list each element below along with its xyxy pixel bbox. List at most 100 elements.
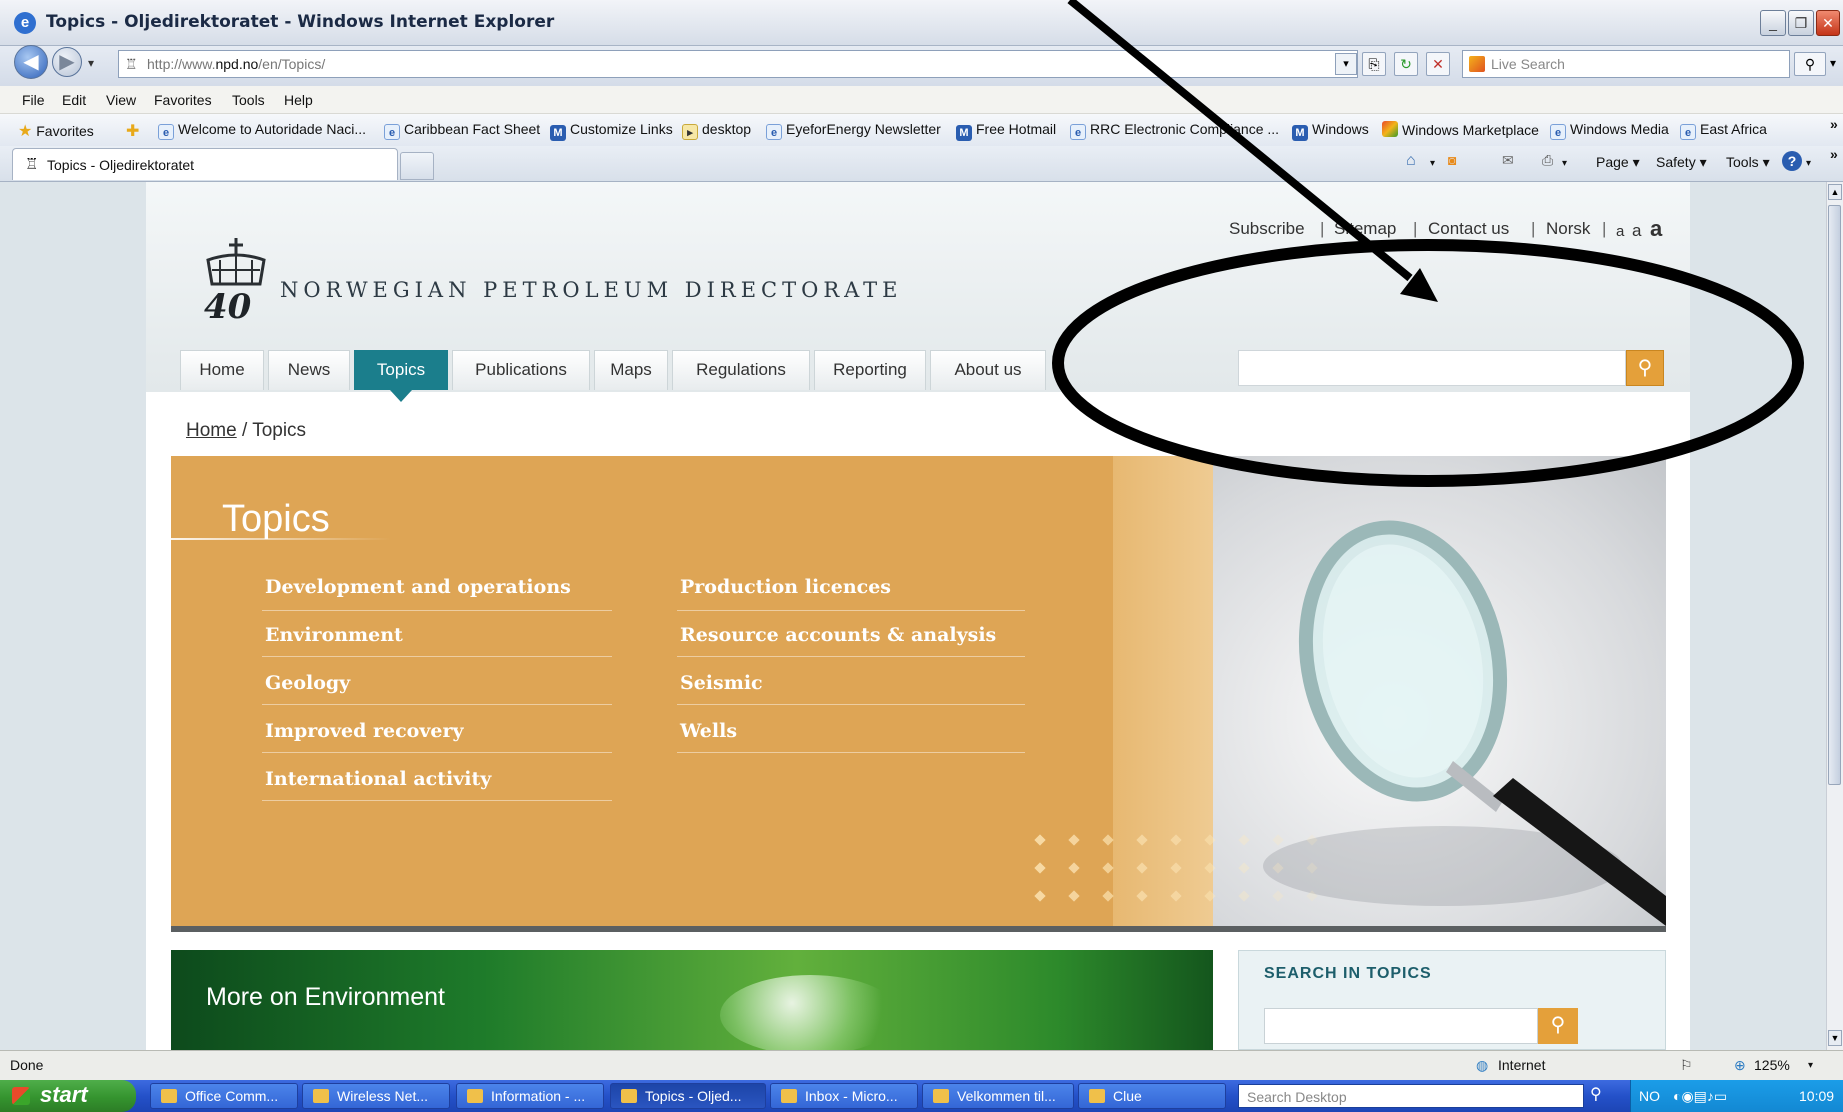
topic-environment[interactable]: Environment [265,624,403,646]
feeds-icon[interactable]: ◙ [1448,152,1456,168]
nav-about-us[interactable]: About us [930,350,1046,390]
task-velkommen[interactable]: Velkommen til... [922,1083,1074,1109]
subscribe-link[interactable]: Subscribe [1229,219,1305,239]
fav-link-desktop[interactable]: ▸ desktop [682,121,751,140]
fav-link-east-africa[interactable]: e East Africa [1680,121,1767,140]
fav-link-windows[interactable]: M Windows [1292,121,1369,141]
zoom-dropdown[interactable]: ▾ [1808,1060,1813,1071]
fav-link-windows-media[interactable]: e Windows Media [1550,121,1669,140]
fav-link-eyeforenergy[interactable]: e EyeforEnergy Newsletter [766,121,941,140]
home-icon[interactable]: ⌂ [1406,152,1416,170]
language-indicator[interactable]: NO [1639,1088,1660,1104]
contact-link[interactable]: Contact us [1428,219,1509,239]
task-clue[interactable]: Clue [1078,1083,1226,1109]
task-information[interactable]: Information - ... [456,1083,604,1109]
nav-maps[interactable]: Maps [594,350,668,390]
text-size-small[interactable]: a [1616,223,1624,240]
url-dropdown[interactable]: ▾ [1335,53,1357,75]
decorative-dot [1238,862,1250,874]
text-size-large[interactable]: a [1650,216,1662,242]
site-search-button[interactable]: ⚲ [1626,350,1664,386]
zoom-level[interactable]: 125% [1754,1057,1790,1073]
safety-menu[interactable]: Safety ▾ [1656,154,1707,171]
task-office-communicator[interactable]: Office Comm... [150,1083,298,1109]
breadcrumb-home[interactable]: Home [186,420,237,441]
sitemap-link[interactable]: Sitemap [1334,219,1396,239]
nav-topics[interactable]: Topics [354,350,448,390]
fav-link-customize[interactable]: M Customize Links [550,121,673,141]
task-topics-ie[interactable]: Topics - Oljed... [610,1083,766,1109]
desktop-search-input[interactable]: Search Desktop [1238,1084,1584,1108]
search-go-icon[interactable]: ⚲ [1794,52,1826,76]
tray-icons[interactable]: ◐◉▤♪▭ [1673,1088,1727,1105]
fav-link-autoridade[interactable]: e Welcome to Autoridade Naci... [158,121,366,140]
forward-button[interactable]: ▶ [52,47,82,77]
minimize-button[interactable]: _ [1760,10,1786,36]
tab-topics[interactable]: ♖ Topics - Oljedirektoratet [12,148,398,180]
system-tray: NO ◐◉▤♪▭ 10:09 [1630,1080,1843,1112]
command-overflow-icon[interactable]: » [1830,146,1838,162]
new-tab-button[interactable] [400,152,434,180]
nav-news[interactable]: News [268,350,350,390]
scroll-up-arrow-icon[interactable]: ▲ [1828,184,1842,200]
fav-link-hotmail[interactable]: M Free Hotmail [956,121,1056,141]
search-options-dropdown[interactable]: ▾ [1830,56,1836,70]
home-dropdown[interactable]: ▾ [1430,158,1435,169]
live-search-input[interactable]: Live Search [1462,50,1790,78]
mail-icon[interactable]: ✉ [1502,152,1514,169]
tools-menu[interactable]: Tools ▾ [1726,154,1770,171]
favorites-button[interactable]: ★ Favorites [18,121,94,141]
nav-home[interactable]: Home [180,350,264,390]
start-button[interactable]: start [0,1080,136,1112]
compatibility-icon[interactable]: ⎘ [1362,52,1386,76]
fav-link-caribbean[interactable]: e Caribbean Fact Sheet [384,121,540,140]
topic-geology[interactable]: Geology [265,672,350,694]
search-in-topics-button[interactable]: ⚲ [1538,1008,1578,1044]
site-search-input[interactable] [1238,350,1626,386]
decorative-dot [1102,834,1114,846]
topic-international-activity[interactable]: International activity [265,768,491,790]
refresh-icon[interactable]: ↻ [1394,52,1418,76]
menu-tools[interactable]: Tools [232,92,265,108]
nav-publications[interactable]: Publications [452,350,590,390]
menu-help[interactable]: Help [284,92,313,108]
back-button[interactable]: ◀ [14,45,48,79]
menu-file[interactable]: File [22,92,45,108]
topic-production-licences[interactable]: Production licences [680,576,891,598]
nav-reporting[interactable]: Reporting [814,350,926,390]
norsk-link[interactable]: Norsk [1546,219,1590,239]
search-in-topics-input[interactable] [1264,1008,1538,1044]
menu-favorites[interactable]: Favorites [154,92,212,108]
favorites-overflow-icon[interactable]: » [1830,116,1838,132]
print-icon[interactable]: ⎙ [1542,152,1553,169]
protected-mode-icon[interactable]: ⚐ [1680,1057,1693,1074]
topic-seismic[interactable]: Seismic [680,672,763,694]
scroll-thumb[interactable] [1828,205,1841,785]
print-dropdown[interactable]: ▾ [1562,158,1567,169]
topic-development-operations[interactable]: Development and operations [265,576,571,598]
topic-resource-accounts[interactable]: Resource accounts & analysis [680,624,996,646]
topic-wells[interactable]: Wells [680,720,737,742]
fav-link-marketplace[interactable]: Windows Marketplace [1382,121,1539,138]
nav-regulations[interactable]: Regulations [672,350,810,390]
task-wireless-network[interactable]: Wireless Net... [302,1083,450,1109]
app-icon [313,1089,329,1103]
stop-icon[interactable]: ✕ [1426,52,1450,76]
menu-view[interactable]: View [106,92,136,108]
scroll-down-arrow-icon[interactable]: ▼ [1828,1030,1842,1046]
help-dropdown[interactable]: ▾ [1806,158,1811,169]
fav-link-rrc[interactable]: e RRC Electronic Compliance ... [1070,121,1279,140]
menu-edit[interactable]: Edit [62,92,86,108]
url-field[interactable]: ♖ http://www.npd.no/en/Topics/ ▾ [118,50,1358,78]
history-dropdown[interactable]: ▾ [88,56,94,70]
decorative-dot [1068,890,1080,902]
close-button[interactable]: ✕ [1816,10,1840,36]
help-icon[interactable]: ? [1782,151,1802,171]
desktop-search-icon[interactable]: ⚲ [1590,1084,1602,1104]
add-favorite-icon[interactable]: ✚ [126,121,139,141]
task-inbox[interactable]: Inbox - Micro... [770,1083,918,1109]
text-size-medium[interactable]: a [1632,221,1641,241]
restore-button[interactable]: ❐ [1788,10,1814,36]
page-menu[interactable]: Page ▾ [1596,154,1640,171]
topic-improved-recovery[interactable]: Improved recovery [265,720,464,742]
